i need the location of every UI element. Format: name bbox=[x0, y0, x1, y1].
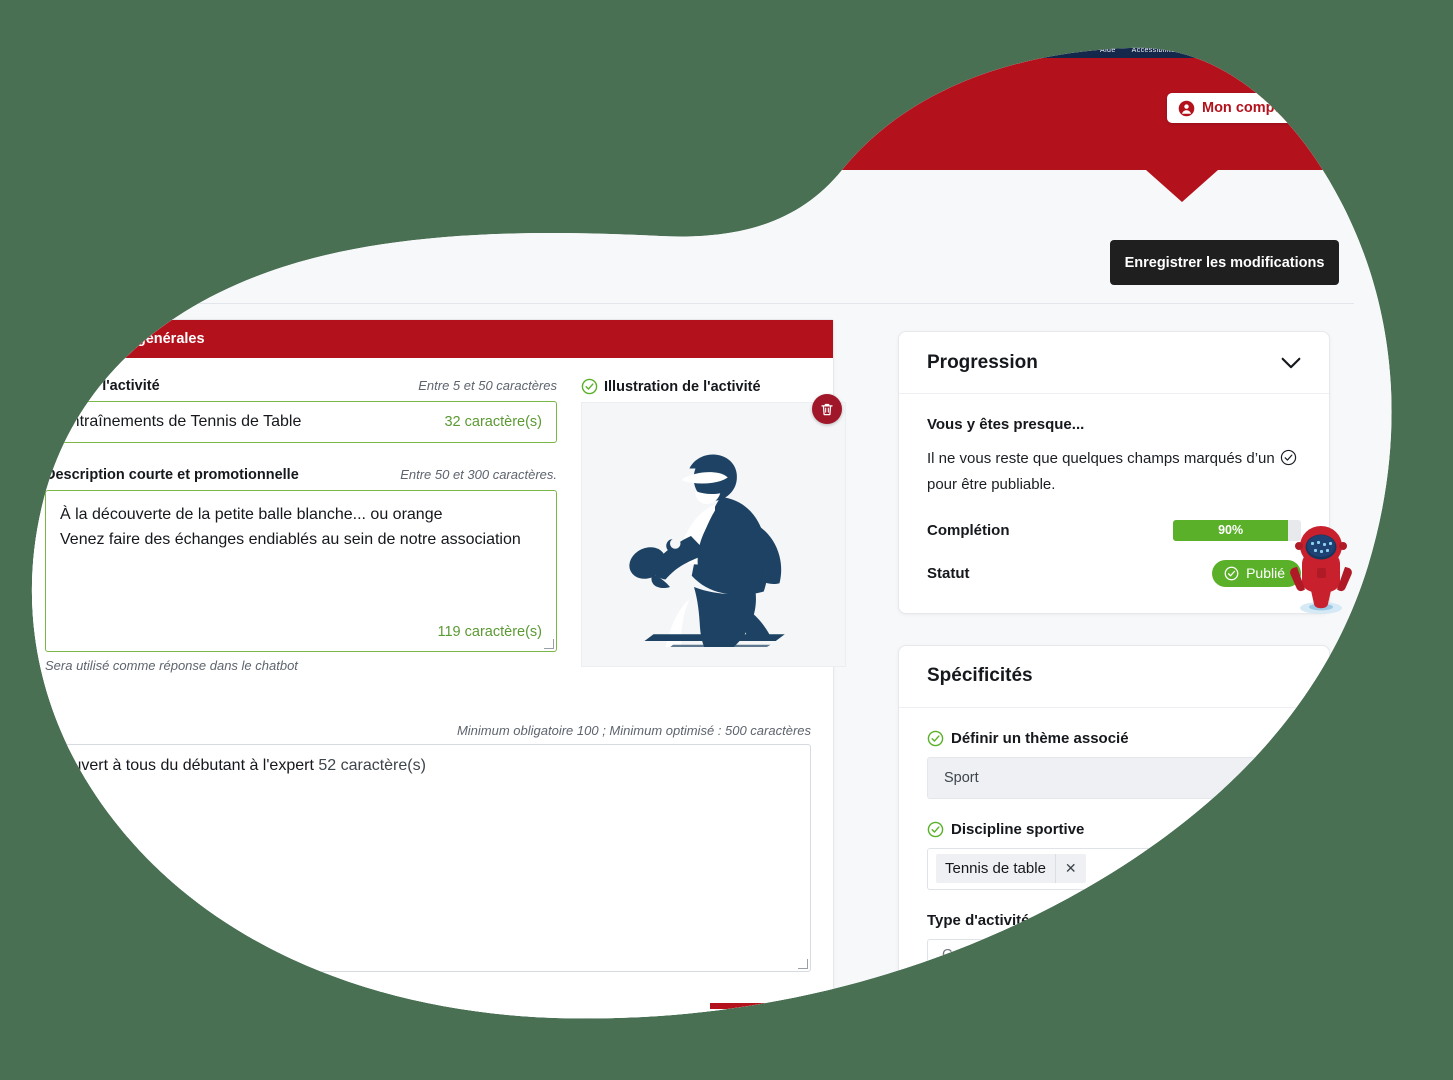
utility-link-1[interactable]: Accessibilité bbox=[1132, 47, 1176, 54]
long-desc-hint: Minimum obligatoire 100 ; Minimum optimi… bbox=[456, 723, 811, 738]
short-desc-hint: Entre 50 et 300 caractères. bbox=[400, 467, 557, 482]
completion-label: Complétion bbox=[927, 521, 1010, 539]
check-circle-icon bbox=[581, 378, 598, 395]
progression-body-after: pour être publiable. bbox=[927, 475, 1056, 493]
breadcrumb: Mes activités > bbox=[140, 206, 251, 223]
specificites-panel: Spécificités Définir un thème associé Sp… bbox=[898, 645, 1330, 1080]
discipline-chip: Tennis de table ✕ bbox=[936, 854, 1086, 883]
long-desc-value: Ouvert à tous du débutant à l'expert bbox=[60, 757, 314, 774]
resize-grip-icon[interactable] bbox=[798, 959, 808, 969]
name-field-header: Nom de l'activité Entre 5 et 50 caractèr… bbox=[45, 378, 557, 394]
check-circle-icon bbox=[927, 821, 944, 838]
progression-panel-header[interactable]: Progression bbox=[899, 332, 1329, 394]
status-row: Statut Publié bbox=[927, 560, 1301, 587]
long-description-textarea[interactable]: Ouvert à tous du débutant à l'expert 52 … bbox=[45, 744, 811, 972]
chatbot-robot-mascot[interactable] bbox=[1284, 524, 1358, 616]
progression-body-before: Il ne vous reste que quelques champs mar… bbox=[927, 450, 1275, 467]
left-column: Nom de l'activité Entre 5 et 50 caractèr… bbox=[45, 378, 557, 673]
account-button-label: Mon compte bbox=[1202, 100, 1288, 116]
activity-type-label-row: Type d'activité sportive bbox=[927, 912, 1301, 929]
theme-label-row: Définir un thème associé bbox=[927, 730, 1301, 747]
chevron-down-icon[interactable] bbox=[1281, 357, 1301, 369]
name-field-hint: Entre 5 et 50 caractères bbox=[418, 378, 557, 393]
short-desc-header: Description courte et promotionnelle Ent… bbox=[45, 467, 557, 483]
activity-type-options: Commerce Entraînement Exposition, salon Man… bbox=[927, 939, 1301, 1054]
right-rail: Progression Vous y êtes presque... Il ne… bbox=[898, 331, 1330, 1080]
short-desc-label: Description courte et promotionnelle bbox=[45, 467, 299, 483]
progression-heading: Vous y êtes presque... bbox=[927, 416, 1085, 433]
blob-masked-viewport: Aide Accessibilité Contact FAQ Mon compt… bbox=[0, 0, 1453, 1080]
specificites-panel-header[interactable]: Spécificités bbox=[899, 646, 1329, 708]
activity-type-option[interactable]: Entraînement bbox=[1036, 939, 1153, 972]
activity-name-input[interactable]: Entraînements de Tennis de Table 32 cara… bbox=[45, 401, 557, 443]
progression-panel-body: Vous y êtes presque... Il ne vous reste … bbox=[899, 394, 1329, 613]
save-button[interactable]: Enregistrer les modifications bbox=[1110, 240, 1339, 285]
activity-type-option[interactable]: Exposition, salon bbox=[927, 980, 1301, 1013]
trash-icon bbox=[819, 401, 835, 418]
illustration-label-row: Illustration de l'activité bbox=[581, 378, 846, 395]
utility-strip: Aide Accessibilité Contact FAQ bbox=[0, 42, 1453, 58]
status-value: Publié bbox=[1246, 565, 1285, 582]
completion-value: 90% bbox=[1218, 523, 1244, 538]
long-description-block: Minimum obligatoire 100 ; Minimum optimi… bbox=[45, 723, 811, 972]
page-title: Modifier l'activité bbox=[28, 240, 256, 271]
general-info-card: Informations générales Nom de l'activité… bbox=[22, 319, 834, 1019]
utility-link-0[interactable]: Aide bbox=[1100, 47, 1116, 54]
header-divider bbox=[24, 303, 1354, 304]
illustration-preview[interactable] bbox=[581, 402, 846, 667]
app-page: Aide Accessibilité Contact FAQ Mon compt… bbox=[0, 0, 1453, 1080]
status-label: Statut bbox=[927, 564, 970, 582]
utility-link-2[interactable]: Contact bbox=[1191, 47, 1218, 54]
breadcrumb-separator-icon: > bbox=[242, 206, 252, 223]
card-body: Nom de l'activité Entre 5 et 50 caractèr… bbox=[23, 358, 833, 998]
account-button[interactable]: Mon compte bbox=[1167, 93, 1301, 123]
discipline-label: Discipline sportive bbox=[951, 820, 1085, 838]
activity-name-counter: 32 caractère(s) bbox=[444, 414, 542, 430]
card-banner: Informations générales bbox=[23, 320, 833, 358]
check-circle-icon bbox=[1224, 566, 1239, 581]
specificites-title: Spécificités bbox=[927, 665, 1033, 687]
activity-type-option[interactable]: Manifestation sportive bbox=[927, 1021, 1301, 1054]
table-tennis-player-illustration bbox=[601, 422, 826, 647]
delete-illustration-button[interactable] bbox=[812, 394, 842, 424]
short-desc-line-2: Venez faire des échanges endiablés au se… bbox=[60, 530, 521, 548]
progression-panel: Progression Vous y êtes presque... Il ne… bbox=[898, 331, 1330, 614]
check-circle-icon bbox=[1280, 449, 1297, 466]
activity-type-option[interactable]: Commerce bbox=[927, 939, 1028, 972]
resize-grip-icon[interactable] bbox=[544, 639, 554, 649]
specificites-panel-body: Définir un thème associé Sport ✕ Discipl… bbox=[899, 708, 1329, 1080]
progression-body-text: Il ne vous reste que quelques champs mar… bbox=[927, 446, 1301, 498]
short-desc-counter: 119 caractère(s) bbox=[437, 623, 542, 640]
long-desc-counter: 52 caractère(s) bbox=[318, 757, 426, 774]
completion-progress-bar: 90% bbox=[1173, 520, 1301, 541]
close-icon[interactable]: ✕ bbox=[1055, 854, 1086, 883]
discipline-chip-label: Tennis de table bbox=[945, 860, 1046, 878]
short-desc-subnote: Sera utilisé comme réponse dans le chatb… bbox=[45, 658, 298, 673]
short-description-textarea[interactable]: À la découverte de la petite balle blanc… bbox=[45, 490, 557, 652]
short-desc-line-1: À la découverte de la petite balle blanc… bbox=[60, 506, 443, 523]
name-field-label: Nom de l'activité bbox=[45, 378, 160, 394]
check-circle-icon bbox=[927, 730, 944, 747]
completion-row: Complétion 90% bbox=[927, 520, 1301, 541]
activity-type-label: Type d'activité sportive bbox=[927, 911, 1093, 929]
theme-value: Sport bbox=[944, 769, 979, 786]
utility-link-3[interactable]: FAQ bbox=[1234, 47, 1249, 54]
bottom-accent-bar bbox=[710, 1003, 830, 1009]
completion-progress-fill: 90% bbox=[1173, 520, 1288, 541]
theme-label: Définir un thème associé bbox=[951, 729, 1129, 747]
user-circle-icon bbox=[1178, 100, 1195, 117]
progression-title: Progression bbox=[927, 351, 1038, 373]
discipline-field[interactable]: Tennis de table ✕ bbox=[927, 848, 1301, 890]
masthead-notch bbox=[1146, 170, 1218, 202]
breadcrumb-current[interactable]: Mes activités bbox=[140, 206, 233, 223]
activity-name-value: Entraînements de Tennis de Table bbox=[60, 413, 302, 430]
illustration-column: Illustration de l'activité bbox=[581, 378, 846, 673]
theme-select[interactable]: Sport ✕ bbox=[927, 757, 1301, 799]
close-icon[interactable]: ✕ bbox=[1275, 769, 1288, 787]
illustration-label: Illustration de l'activité bbox=[604, 378, 761, 395]
discipline-label-row: Discipline sportive bbox=[927, 821, 1301, 838]
